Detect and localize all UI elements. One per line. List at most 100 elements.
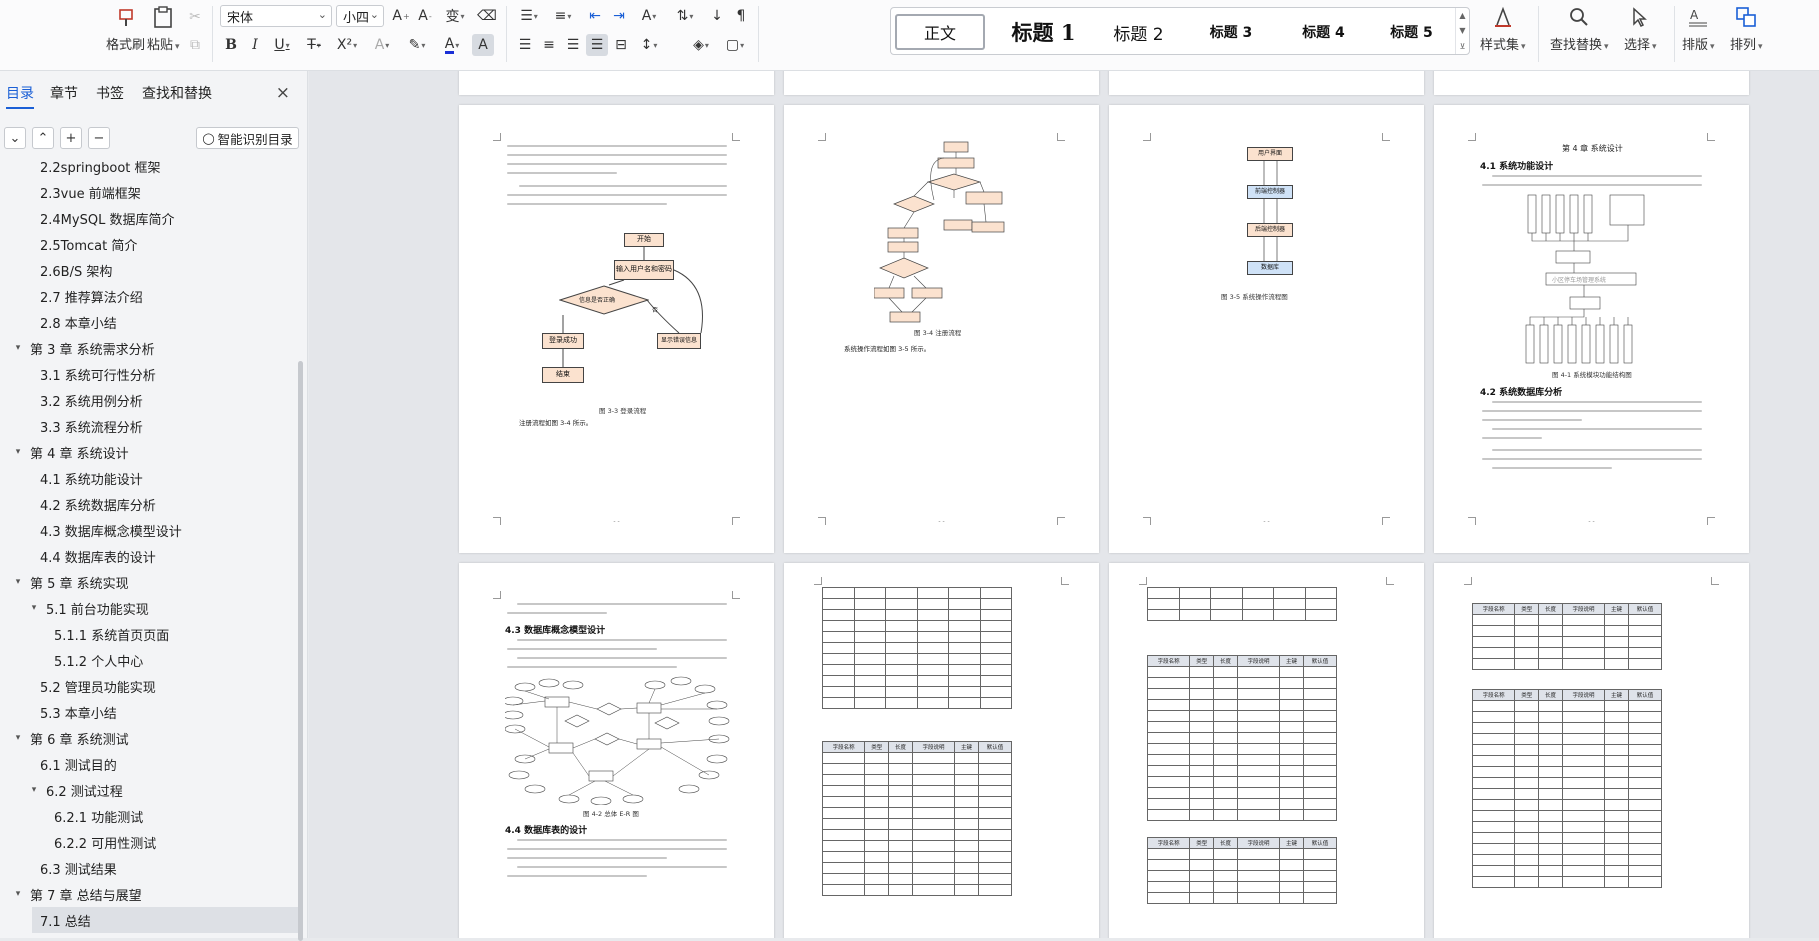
page[interactable]: 图 3-4 注册流程 系统操作流程如图 3-5 所示。 - - [784,105,1099,553]
toc-item[interactable]: 5.3 本章小结 [0,699,300,725]
show-marks-icon[interactable]: ¶ [730,5,752,27]
numbered-list-icon[interactable]: ≡ ▾ [548,5,578,27]
toc-item[interactable]: ▾ 5.1 前台功能实现 [0,595,300,621]
toc-item[interactable]: ▾ 第 4 章 系统设计 [0,439,300,465]
sort-icon[interactable]: ⇅ ▾ [670,5,700,27]
style-gallery-scroller[interactable]: ▲ ▼ ⊻ [1455,8,1469,54]
underline-icon[interactable]: U ▾ [268,34,296,56]
remove-heading-button[interactable]: − [88,127,110,149]
char-shading-icon[interactable]: A [472,34,494,56]
text-effect-icon[interactable]: A ▾ [368,34,396,56]
nav-scrollbar[interactable] [298,361,303,941]
sort-az-icon[interactable]: ↓ [706,5,728,27]
style-heading-1[interactable]: 标题 1 [996,14,1091,50]
clear-format-icon[interactable]: ⌫ [476,5,498,27]
toc-item[interactable]: 7.1 总结 [32,907,300,933]
expand-toggle-icon[interactable]: ▾ [28,603,40,613]
toc-item[interactable]: 2.8 本章小结 [0,309,300,335]
toc-item[interactable]: 3.1 系统可行性分析 [0,361,300,387]
strikethrough-icon[interactable]: Ŧ ▾ [300,34,328,56]
style-heading-5[interactable]: 标题 5 [1369,14,1454,50]
page[interactable]: 开始 输入用户名和密码 信息是否正确 否 登录成功 显示错误信息 结束 图 3-… [459,105,774,553]
style-heading-4[interactable]: 标题 4 [1276,14,1371,50]
select-button[interactable]: 选择 [1624,4,1657,53]
expand-icon[interactable]: ⊻ [1460,42,1466,51]
tab-find-replace[interactable]: 查找和替换 [142,83,212,103]
page[interactable]: 字段名称 类型 长度 字段说明 主键 默认值 [784,563,1099,938]
chevron-down-icon[interactable]: ▼ [1459,26,1465,35]
arrange-button[interactable]: 排列 [1730,4,1763,53]
expand-toggle-icon[interactable]: ▾ [12,733,24,743]
copy-icon[interactable]: ⧉ [184,34,206,56]
toc-item[interactable]: 5.1.2 个人中心 [0,647,300,673]
format-painter-button[interactable]: 格式刷 [106,4,145,53]
toc-item[interactable]: 6.1 测试目的 [0,751,300,777]
font-color-icon[interactable]: A ▾ [438,34,466,56]
toc-item[interactable]: 3.2 系统用例分析 [0,387,300,413]
page[interactable]: 4.3 数据库概念模型设计 图 4-2 总体 E-R 图 4.4 数据库表的设计 [459,563,774,938]
page[interactable]: 用户界面 前端控制器 后端控制器 数据库 图 3-5 系统操作流程图 - - [1109,105,1424,553]
distribute-icon[interactable]: ⊟ [610,34,632,56]
expand-toggle-icon[interactable]: ▾ [12,447,24,457]
toc-item[interactable]: 5.1.1 系统首页页面 [0,621,300,647]
style-set-button[interactable]: 样式集 [1480,4,1526,53]
toc-item[interactable]: 6.2.1 功能测试 [0,803,300,829]
toc-item[interactable]: 6.3 测试结果 [0,855,300,881]
toc-item[interactable]: 4.3 数据库概念模型设计 [0,517,300,543]
expand-toggle-icon[interactable]: ▾ [28,785,40,795]
find-replace-button[interactable]: 查找替换 [1550,4,1609,53]
toc-item[interactable]: 2.7 推荐算法介绍 [0,283,300,309]
toc-item[interactable]: 2.3vue 前端框架 [0,179,300,205]
expand-button[interactable]: ⌃ [32,127,54,149]
toc-item[interactable]: ▾ 第 7 章 总结与展望 [0,881,300,907]
bold-icon[interactable]: B [220,34,242,56]
expand-toggle-icon[interactable]: ▾ [12,577,24,587]
expand-toggle-icon[interactable]: ▾ [12,343,24,353]
toc-item[interactable]: 4.2 系统数据库分析 [0,491,300,517]
line-spacing-icon[interactable]: ↕ ▾ [634,34,664,56]
toc-item[interactable]: ▾ 6.2 测试过程 [0,777,300,803]
tab-bookmarks[interactable]: 书签 [96,83,124,103]
toc-item[interactable]: 2.5Tomcat 简介 [0,231,300,257]
page[interactable]: 第 4 章 系统设计 4.1 系统功能设计 小区停车场管理系统 图 4-1 系统… [1434,105,1749,553]
font-name-select[interactable]: 宋体 ⌄ [220,5,332,27]
paste-button[interactable]: 粘贴 [147,4,180,53]
cut-icon[interactable]: ✂ [184,6,206,28]
align-center-icon[interactable]: ≡ [538,34,560,56]
decrease-indent-icon[interactable]: ⇤ [584,5,606,27]
collapse-all-button[interactable]: ⌄ [4,127,26,149]
chevron-up-icon[interactable]: ▲ [1459,11,1465,20]
toc-item[interactable]: 4.1 系统功能设计 [0,465,300,491]
expand-toggle-icon[interactable]: ▾ [12,889,24,899]
border-icon[interactable]: ▢ ▾ [720,34,750,56]
font-size-select[interactable]: 小四 ⌄ [336,5,384,27]
page[interactable]: 字段名称 类型 长度 字段说明 主键 默认值 字段名称 类型 长度 字段说明 主键 默认值 [1109,563,1424,938]
highlight-icon[interactable]: ✎ ▾ [402,34,432,56]
add-heading-button[interactable]: + [60,127,82,149]
close-icon[interactable]: × [276,83,290,103]
toc-item[interactable]: ▾ 第 3 章 系统需求分析 [0,335,300,361]
italic-icon[interactable]: I [244,34,266,56]
align-left-icon[interactable]: ☰ [514,34,536,56]
superscript-icon[interactable]: X² ▾ [332,34,362,56]
style-normal[interactable]: 正文 [895,14,985,50]
shading-icon[interactable]: ◈ ▾ [686,34,716,56]
smart-toc-button[interactable]: ◯ 智能识别目录 [196,127,299,149]
toc-item[interactable]: 2.4MySQL 数据库简介 [0,205,300,231]
toc-item[interactable]: 4.4 数据库表的设计 [0,543,300,569]
toc-item[interactable]: 2.2springboot 框架 [0,161,300,179]
toc-item[interactable]: 6.2.2 可用性测试 [0,829,300,855]
phonetic-icon[interactable]: 变 ▾ [440,5,470,27]
toc-item[interactable]: ▾ 第 6 章 系统测试 [0,725,300,751]
increase-indent-icon[interactable]: ⇥ [608,5,630,27]
tab-sections[interactable]: 章节 [50,83,78,103]
page-partial[interactable] [1109,71,1424,95]
toc-item[interactable]: 2.6B/S 架构 [0,257,300,283]
toc-item[interactable]: 5.2 管理员功能实现 [0,673,300,699]
align-justify-icon[interactable]: ☰ [586,34,608,56]
style-heading-3[interactable]: 标题 3 [1186,14,1276,50]
align-right-icon[interactable]: ☰ [562,34,584,56]
layout-button[interactable]: A 排版 [1682,4,1715,53]
page-partial[interactable] [459,71,774,95]
tab-toc[interactable]: 目录 [6,83,34,109]
